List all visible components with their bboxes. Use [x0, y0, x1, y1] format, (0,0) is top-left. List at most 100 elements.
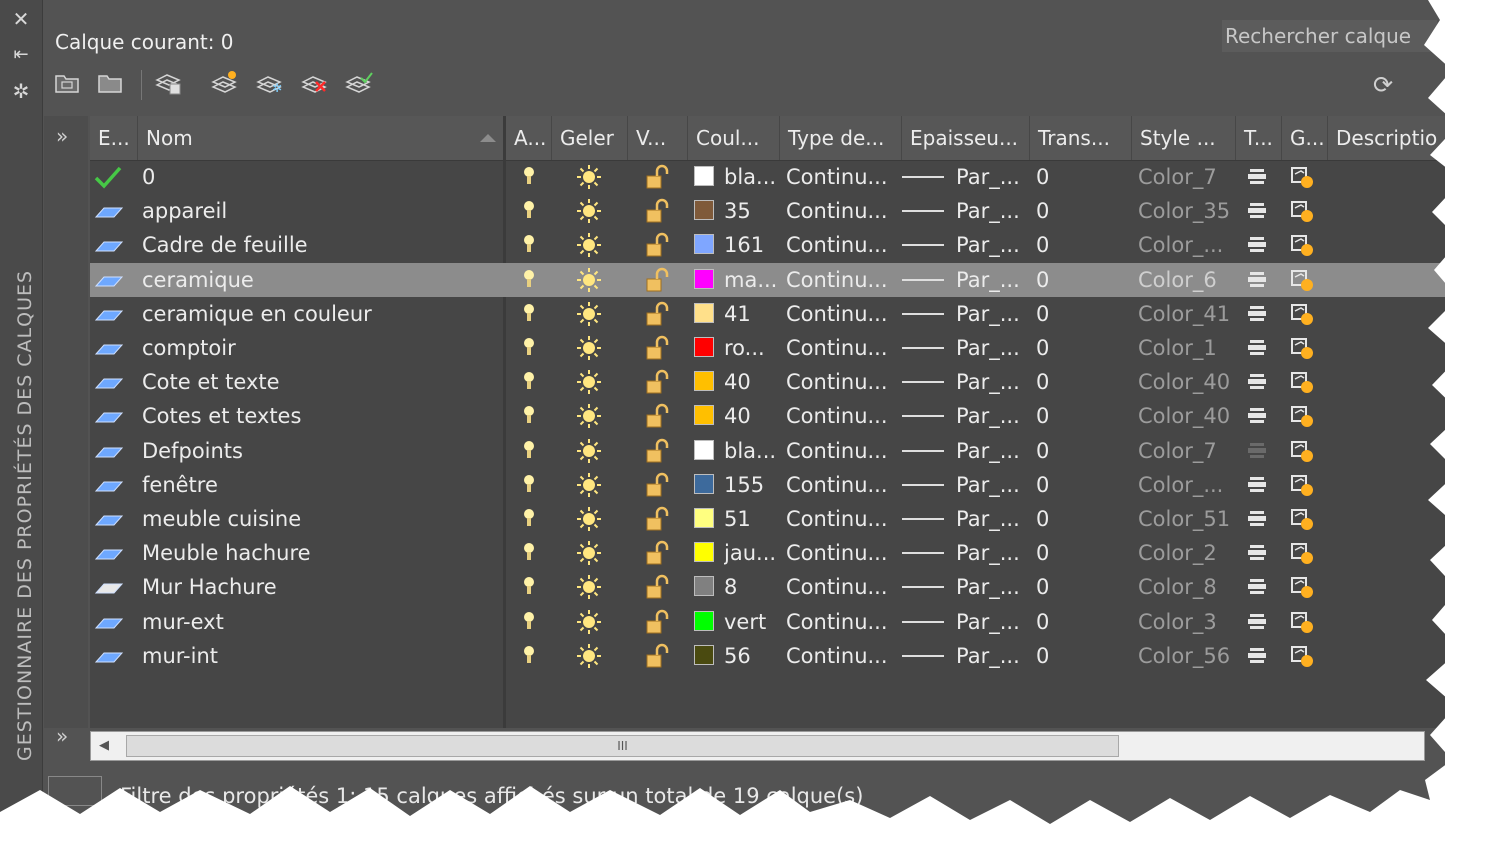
- new-vp-freeze-icon[interactable]: [1288, 365, 1318, 403]
- color-swatch[interactable]: [694, 234, 714, 255]
- color-swatch[interactable]: [694, 337, 714, 357]
- new-vp-freeze-icon[interactable]: [1288, 228, 1318, 266]
- plot-printer-icon[interactable]: [1245, 160, 1269, 198]
- plot-printer-icon[interactable]: [1245, 263, 1269, 301]
- scrollbar-thumb[interactable]: III: [126, 735, 1119, 757]
- freeze-sun-icon[interactable]: [574, 365, 604, 403]
- layer-row[interactable]: comptoir ro... Continu... Par_... 0 Color_1: [90, 331, 1445, 365]
- transparency[interactable]: 0: [1036, 536, 1096, 570]
- layer-row[interactable]: Cotes et textes 40 Continu... Par_... 0 Color…: [90, 399, 1445, 433]
- freeze-sun-icon[interactable]: [574, 228, 604, 266]
- layer-icon[interactable]: [92, 468, 124, 506]
- layer-row[interactable]: fenêtre 155 Continu... Par_... 0 Color_...: [90, 468, 1445, 502]
- unlocked-icon[interactable]: [641, 331, 673, 369]
- linetype[interactable]: Continu...: [786, 502, 898, 536]
- transparency[interactable]: 0: [1036, 194, 1096, 228]
- new-vp-freeze-icon[interactable]: [1288, 160, 1318, 198]
- color-name[interactable]: 51: [724, 502, 776, 536]
- new-vp-freeze-icon[interactable]: [1288, 434, 1318, 472]
- col-header-lock[interactable]: V...: [628, 116, 688, 160]
- freeze-sun-icon[interactable]: [574, 536, 604, 574]
- scroll-left-icon[interactable]: ◀: [99, 738, 109, 753]
- color-swatch[interactable]: [694, 644, 714, 665]
- transparency[interactable]: 0: [1036, 365, 1096, 399]
- layer-name[interactable]: Cotes et textes: [142, 399, 482, 433]
- unlocked-icon[interactable]: [641, 297, 673, 335]
- linetype[interactable]: Continu...: [786, 468, 898, 502]
- layer-row[interactable]: Cadre de feuille 161 Continu... Par_... 0 Col…: [90, 228, 1445, 262]
- layer-on-bulb-icon[interactable]: [519, 297, 539, 335]
- unlocked-icon[interactable]: [641, 399, 673, 437]
- col-header-linetype[interactable]: Type de...: [780, 116, 902, 160]
- new-vp-freeze-icon[interactable]: [1288, 194, 1318, 232]
- plot-printer-icon[interactable]: [1245, 194, 1269, 232]
- linetype[interactable]: Continu...: [786, 297, 898, 331]
- layer-icon[interactable]: [92, 536, 124, 574]
- layer-on-bulb-icon[interactable]: [519, 434, 539, 472]
- new-vp-freeze-icon[interactable]: [1288, 399, 1318, 437]
- color-swatch[interactable]: [694, 610, 714, 631]
- linetype[interactable]: Continu...: [786, 434, 898, 468]
- transparency[interactable]: 0: [1036, 639, 1096, 673]
- layer-on-bulb-icon[interactable]: [519, 399, 539, 437]
- transparency[interactable]: 0: [1036, 263, 1096, 297]
- transparency[interactable]: 0: [1036, 399, 1096, 433]
- new-vp-freeze-icon[interactable]: [1288, 502, 1318, 540]
- color-name[interactable]: 56: [724, 639, 776, 673]
- search-layer-input[interactable]: Rechercher calque: [1222, 20, 1437, 52]
- lineweight[interactable]: Par_...: [956, 297, 1026, 331]
- layer-row[interactable]: ceramique en couleur 41 Continu... Par_... 0…: [90, 297, 1445, 331]
- color-name[interactable]: 161: [724, 228, 776, 262]
- layer-name[interactable]: Meuble hachure: [142, 536, 482, 570]
- lineweight[interactable]: Par_...: [956, 365, 1026, 399]
- plot-printer-icon[interactable]: [1245, 536, 1269, 574]
- linetype[interactable]: Continu...: [786, 331, 898, 365]
- unlocked-icon[interactable]: [641, 228, 673, 266]
- layer-row[interactable]: ceramique ma... Continu... Par_... 0 Color_6: [90, 262, 1445, 297]
- new-vp-freeze-icon[interactable]: [1288, 297, 1318, 335]
- col-header-name[interactable]: Nom: [138, 116, 505, 160]
- new-group-filter-icon[interactable]: [95, 68, 125, 98]
- layer-on-bulb-icon[interactable]: [519, 639, 539, 677]
- layer-row[interactable]: appareil 35 Continu... Par_... 0 Color_35: [90, 194, 1445, 228]
- expand-filter-tree-icon[interactable]: »: [56, 124, 68, 148]
- plot-printer-icon[interactable]: [1245, 468, 1269, 506]
- plot-printer-icon[interactable]: [1245, 399, 1269, 437]
- layer-on-bulb-icon[interactable]: [519, 160, 539, 198]
- plot-printer-icon[interactable]: [1245, 297, 1269, 335]
- transparency[interactable]: 0: [1036, 331, 1096, 365]
- close-icon[interactable]: ✕: [10, 8, 32, 30]
- layer-name[interactable]: meuble cuisine: [142, 502, 482, 536]
- layer-name[interactable]: Cadre de feuille: [142, 228, 482, 262]
- color-swatch[interactable]: [694, 405, 714, 426]
- layer-icon[interactable]: [92, 639, 124, 677]
- layer-on-bulb-icon[interactable]: [519, 365, 539, 403]
- color-swatch[interactable]: [694, 371, 714, 392]
- lineweight[interactable]: Par_...: [956, 399, 1026, 433]
- freeze-sun-icon[interactable]: [574, 468, 604, 506]
- layer-icon[interactable]: [92, 331, 124, 369]
- unlocked-icon[interactable]: [641, 263, 673, 301]
- color-name[interactable]: 155: [724, 468, 776, 502]
- lineweight[interactable]: Par_...: [956, 639, 1026, 673]
- layer-name[interactable]: Mur Hachure: [142, 570, 482, 604]
- plot-printer-icon[interactable]: [1245, 331, 1269, 369]
- layer-name[interactable]: Cote et texte: [142, 365, 482, 399]
- color-name[interactable]: 41: [724, 297, 776, 331]
- lineweight[interactable]: Par_...: [956, 160, 1026, 194]
- color-swatch[interactable]: [694, 473, 714, 494]
- color-name[interactable]: ma...: [724, 263, 776, 297]
- color-name[interactable]: bla...: [724, 160, 776, 194]
- auto-hide-icon[interactable]: ⇤: [10, 44, 32, 66]
- lineweight[interactable]: Par_...: [956, 570, 1026, 604]
- color-swatch[interactable]: [694, 302, 714, 323]
- col-header-status[interactable]: E...: [90, 116, 138, 160]
- unlocked-icon[interactable]: [641, 502, 673, 540]
- freeze-sun-icon[interactable]: [574, 570, 604, 608]
- color-swatch[interactable]: [694, 166, 714, 186]
- layer-row[interactable]: mur-int 56 Continu... Par_... 0 Color_56: [90, 639, 1445, 673]
- color-name[interactable]: jau...: [724, 536, 776, 570]
- plot-printer-icon[interactable]: [1245, 605, 1269, 643]
- col-header-on[interactable]: A...: [506, 116, 552, 160]
- freeze-sun-icon[interactable]: [574, 331, 604, 369]
